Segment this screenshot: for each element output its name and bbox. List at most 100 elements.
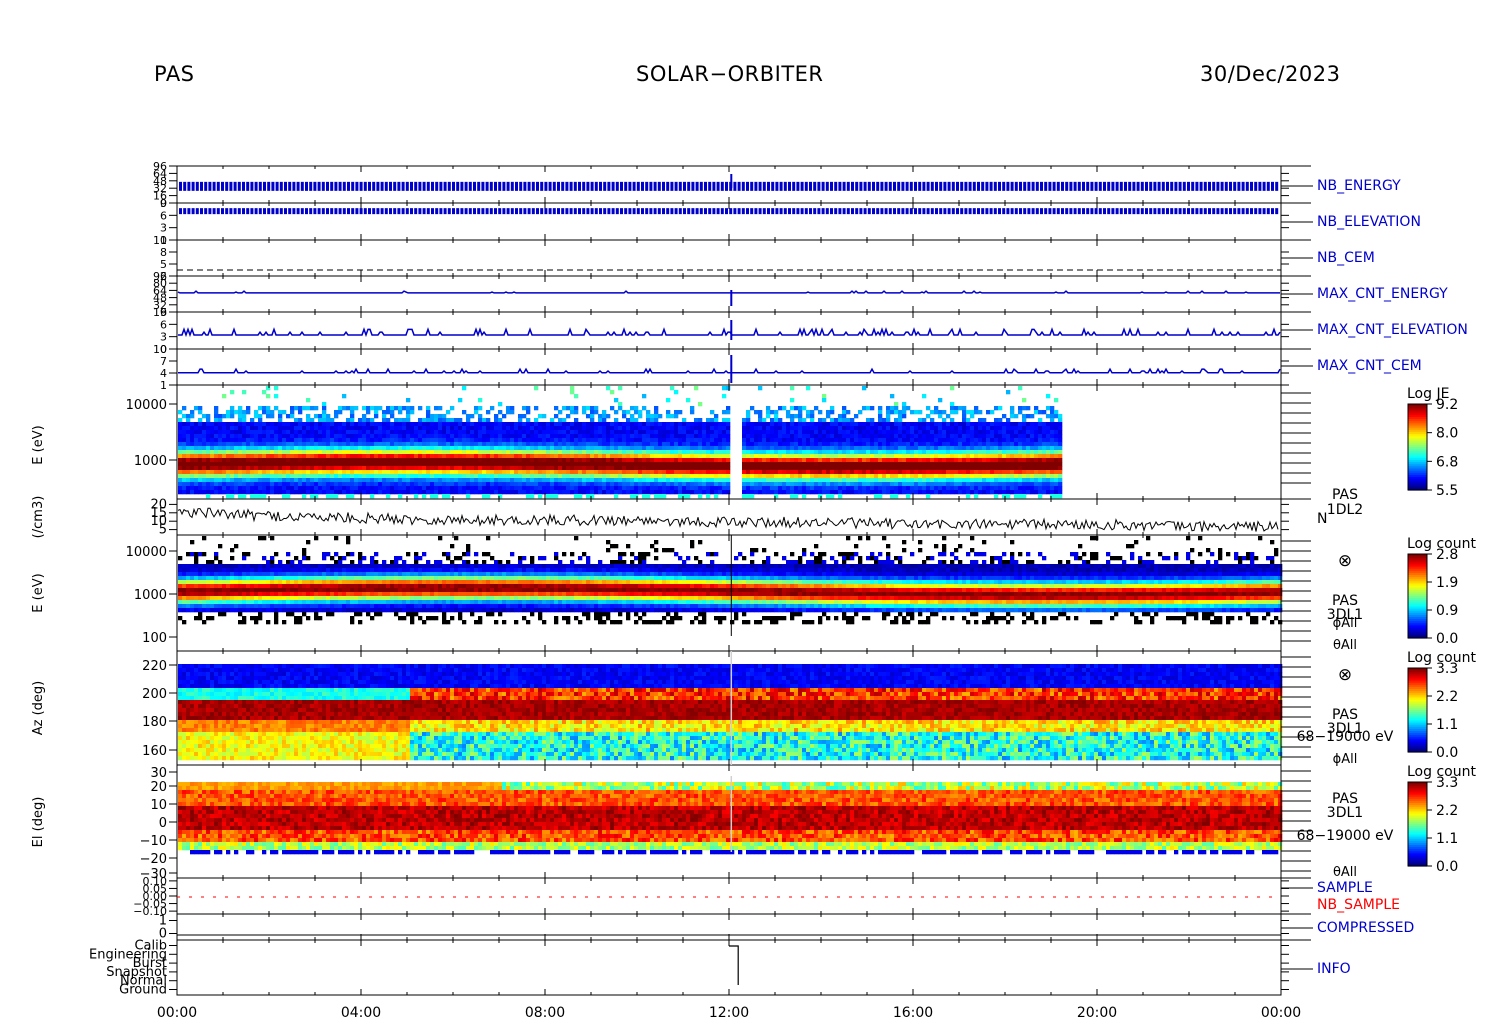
energy-je-cell	[278, 458, 282, 462]
energy-je-cell	[430, 438, 434, 442]
energy-je-cell	[494, 418, 498, 422]
energy-je-cell	[330, 490, 334, 494]
energy-je-cell	[806, 466, 810, 470]
energy-je-cell	[742, 478, 746, 482]
energy-je-cell	[478, 458, 482, 462]
energy-je-cell	[250, 434, 254, 438]
energy-je-cell	[666, 410, 670, 414]
energy-je-cell	[290, 454, 294, 458]
energy-je-cell	[862, 478, 866, 482]
energy-je-cell	[306, 426, 310, 430]
energy-je-cell	[950, 418, 954, 422]
nb-elevation-mark	[1166, 208, 1169, 214]
energy-je-cell	[438, 462, 442, 466]
energy-je-cell	[482, 446, 486, 450]
energy-je-cell	[794, 450, 798, 454]
energy-je-cell	[690, 426, 694, 430]
energy-je-cell	[970, 422, 974, 426]
energy-je-cell	[450, 466, 454, 470]
nb-elevation-mark	[788, 208, 791, 214]
energy-je-cell	[482, 462, 486, 466]
energy-je-cell	[262, 442, 266, 446]
energy-je-cell	[946, 454, 950, 458]
energy-je-cell	[630, 442, 634, 446]
energy-je-cell	[426, 466, 430, 470]
energy-je-cell	[362, 454, 366, 458]
energy-je-cell	[290, 474, 294, 478]
energy-je-cell	[938, 430, 942, 434]
energy-je-cell	[350, 474, 354, 478]
energy-je-cell	[362, 482, 366, 486]
energy-je-cell	[370, 426, 374, 430]
energy-je-cell	[262, 438, 266, 442]
energy-je-cell	[922, 454, 926, 458]
energy-je-cell	[230, 446, 234, 450]
energy-je-cell	[762, 462, 766, 466]
energy-je-cell	[390, 414, 394, 418]
energy-je-cell	[290, 426, 294, 430]
energy-je-cell	[742, 434, 746, 438]
energy-je-cell	[370, 406, 374, 410]
max-cnt-energy-label: MAX_CNT_ENERGY	[1317, 286, 1448, 302]
nb-energy-mark	[221, 182, 224, 191]
energy-je-cell	[746, 410, 750, 414]
energy-je-cell	[586, 442, 590, 446]
energy-je-cell	[538, 494, 542, 498]
energy-je-cell	[382, 418, 386, 422]
nb-energy-mark	[784, 182, 787, 191]
energy-je-cell	[410, 490, 414, 494]
energy-je-cell	[686, 490, 690, 494]
energy-je-cell	[622, 450, 626, 454]
nb-elevation-mark	[931, 208, 934, 214]
energy-je-cell	[858, 462, 862, 466]
energy-je-cell	[710, 422, 714, 426]
energy-je-cell	[802, 462, 806, 466]
energy-je-cell	[278, 410, 282, 414]
energy-je-cell	[482, 482, 486, 486]
energy-je-cell	[210, 474, 214, 478]
energy-je-cell	[194, 446, 198, 450]
energy-je-cell	[922, 462, 926, 466]
energy-je-cell	[722, 418, 726, 422]
energy-je-cell	[598, 418, 602, 422]
energy-je-cell	[910, 442, 914, 446]
energy-je-cell	[822, 398, 826, 402]
energy-je-cell	[226, 442, 230, 446]
energy-je-cell	[634, 442, 638, 446]
energy-je-cell	[970, 442, 974, 446]
energy-je-cell	[862, 490, 866, 494]
energy-je-cell	[390, 474, 394, 478]
energy-je-cell	[454, 418, 458, 422]
energy-je-cell	[342, 470, 346, 474]
energy-je-cell	[818, 494, 822, 498]
nb-elevation-mark	[1006, 208, 1009, 214]
energy-je-cell	[478, 466, 482, 470]
energy-je-cell	[518, 462, 522, 466]
energy-je-cell	[290, 458, 294, 462]
energy-je-cell	[382, 434, 386, 438]
energy-je-cell	[878, 430, 882, 434]
energy-je-cell	[698, 478, 702, 482]
energy-je-cell	[422, 478, 426, 482]
energy-je-cell	[658, 434, 662, 438]
energy-je-cell	[762, 430, 766, 434]
energy-je-cell	[846, 490, 850, 494]
energy-je-cell	[974, 406, 978, 410]
energy-je-cell	[554, 426, 558, 430]
energy-je-cell	[270, 426, 274, 430]
energy-je-cell	[394, 434, 398, 438]
energy-je-cell	[386, 490, 390, 494]
energy-je-cell	[634, 470, 638, 474]
energy-je-cell	[354, 426, 358, 430]
energy-je-cell	[182, 442, 186, 446]
energy-je-cell	[862, 446, 866, 450]
energy-je-cell	[454, 430, 458, 434]
energy-je-cell	[690, 434, 694, 438]
energy-je-cell	[690, 486, 694, 490]
energy-je-cell	[222, 430, 226, 434]
energy-je-cell	[610, 490, 614, 494]
energy-je-cell	[398, 410, 402, 414]
energy-je-cell	[954, 470, 958, 474]
energy-je-cell	[898, 434, 902, 438]
nb-elevation-mark	[935, 208, 938, 214]
